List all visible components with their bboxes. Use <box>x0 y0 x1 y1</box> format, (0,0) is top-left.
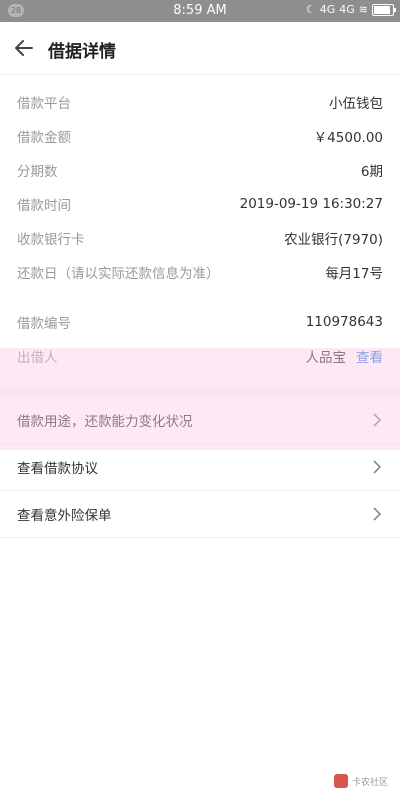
detail-row-time: 借款时间 2019-09-19 16:30:27 <box>0 187 400 221</box>
status-bar: 28 8:59 AM ☾ 4G 4G ≋ <box>0 0 400 22</box>
chevron-right-icon <box>373 507 382 521</box>
detail-row-installments: 分期数 6期 <box>0 153 400 187</box>
moon-icon: ☾ <box>305 3 316 16</box>
detail-value: ￥4500.00 <box>313 130 383 146</box>
page-title: 借据详情 <box>48 42 116 62</box>
detail-row-repay-day: 还款日（请以实际还款信息为准） 每月17号 <box>0 255 400 289</box>
detail-row-lender: 出借人 人品宝 查看 <box>0 339 400 373</box>
detail-value: 小伍钱包 <box>329 96 383 112</box>
detail-label: 借款金额 <box>17 130 71 146</box>
detail-label: 借款编号 <box>17 316 71 332</box>
nav-list: 借款用途，还款能力变化状况 查看借款协议 查看意外险保单 <box>0 397 400 538</box>
detail-value: 人品宝 <box>305 350 347 366</box>
detail-value: 6期 <box>360 164 383 180</box>
battery-icon <box>372 3 396 16</box>
nav-label: 借款用途，还款能力变化状况 <box>17 414 193 430</box>
back-arrow-icon[interactable] <box>14 38 34 58</box>
signal-1: 4G <box>319 3 336 16</box>
detail-label: 借款时间 <box>17 198 71 214</box>
chevron-right-icon <box>373 460 382 474</box>
detail-value: 2019-09-19 16:30:27 <box>239 196 383 212</box>
detail-label: 收款银行卡 <box>17 232 85 248</box>
view-lender-link[interactable]: 查看 <box>356 350 383 366</box>
detail-row-platform: 借款平台 小伍钱包 <box>0 85 400 119</box>
detail-value: 110978643 <box>305 314 383 330</box>
detail-label: 还款日（请以实际还款信息为准） <box>17 266 220 282</box>
nav-insurance-policy[interactable]: 查看意外险保单 <box>0 491 400 538</box>
nav-label: 查看借款协议 <box>17 461 98 477</box>
chevron-right-icon <box>373 413 382 427</box>
wifi-icon: ≋ <box>358 3 368 16</box>
signal-2: 4G <box>339 3 355 16</box>
detail-label: 分期数 <box>17 164 58 180</box>
status-icons: ☾ 4G 4G ≋ <box>305 3 396 16</box>
loan-details: 借款平台 小伍钱包 借款金额 ￥4500.00 分期数 6期 借款时间 2019… <box>0 75 400 373</box>
section-divider <box>0 387 400 397</box>
watermark-text: 卡农社区 <box>351 777 388 788</box>
top-bar: 借据详情 <box>0 22 400 75</box>
detail-row-loan-number: 借款编号 110978643 <box>0 305 400 339</box>
detail-row-amount: 借款金额 ￥4500.00 <box>0 119 400 153</box>
detail-value: 农业银行(7970) <box>284 232 383 248</box>
detail-row-bank-card: 收款银行卡 农业银行(7970) <box>0 221 400 255</box>
detail-value: 每月17号 <box>325 266 383 282</box>
nav-loan-agreement[interactable]: 查看借款协议 <box>0 444 400 491</box>
watermark: 卡农社区 <box>333 774 388 788</box>
detail-label: 出借人 <box>17 350 58 366</box>
detail-label: 借款平台 <box>17 96 71 112</box>
watermark-logo-icon <box>333 774 348 788</box>
nav-loan-purpose[interactable]: 借款用途，还款能力变化状况 <box>0 397 400 444</box>
nav-label: 查看意外险保单 <box>17 508 112 524</box>
